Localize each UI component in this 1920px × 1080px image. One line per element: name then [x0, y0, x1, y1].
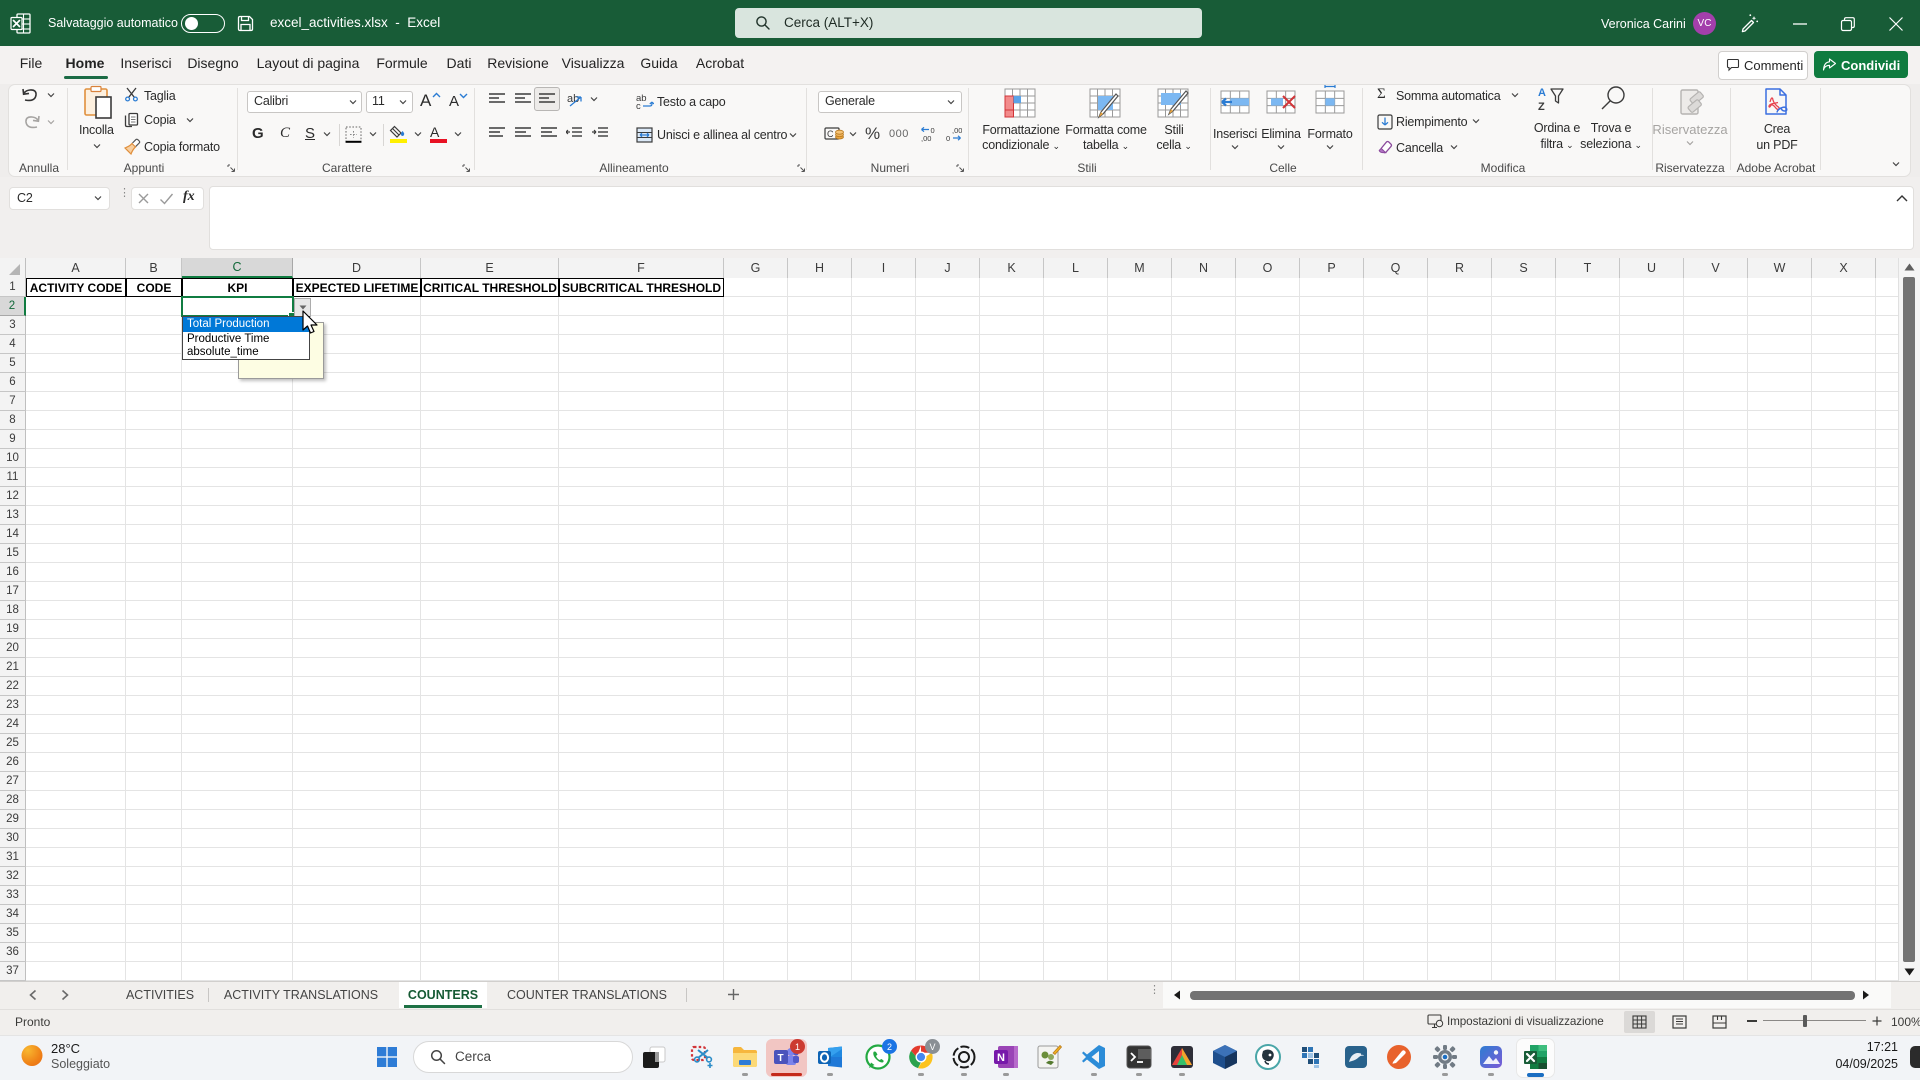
svg-text:c: c: [636, 101, 641, 110]
svg-text:,00: ,00: [921, 134, 931, 143]
svg-text:,00: ,00: [952, 126, 962, 135]
svg-text:C: C: [827, 129, 834, 139]
svg-text:Z: Z: [1538, 101, 1545, 112]
svg-text:T: T: [778, 1053, 784, 1064]
svg-text:N: N: [997, 1052, 1005, 1064]
svg-text:0: 0: [946, 134, 950, 143]
svg-text:A: A: [1538, 87, 1546, 99]
